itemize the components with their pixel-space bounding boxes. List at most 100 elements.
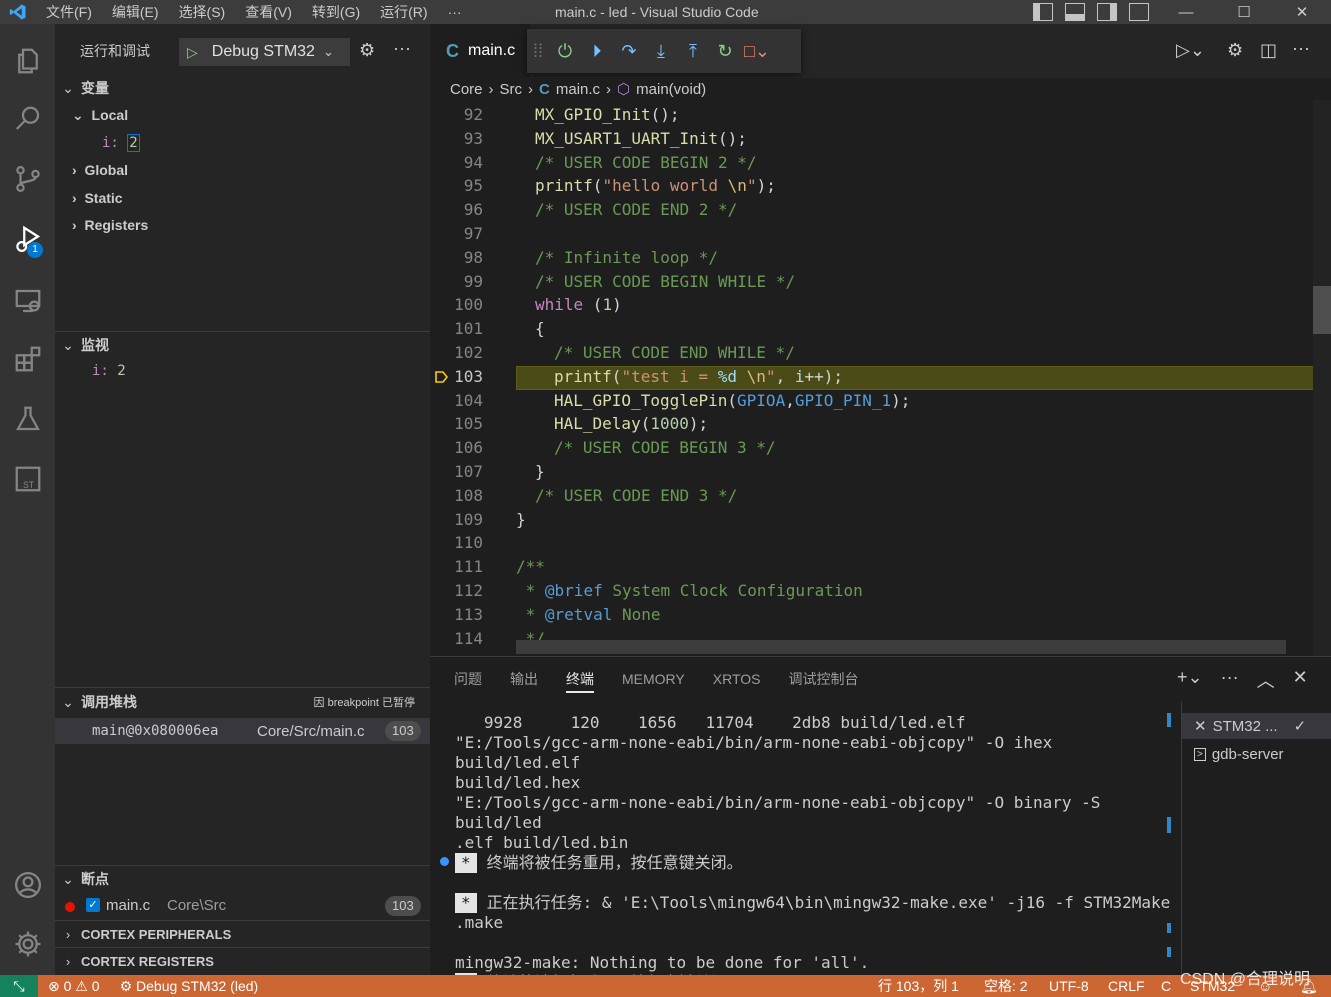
cursor-position[interactable]: 行 103，列 1 [878, 975, 959, 997]
minimize-button[interactable]: — [1157, 0, 1215, 24]
breadcrumb-src[interactable]: Src [500, 81, 523, 98]
line-number[interactable]: 101 [430, 317, 483, 341]
problems-status[interactable]: ⊗ 0 ⚠ 0 [48, 978, 100, 995]
vertical-scroll-thumb[interactable] [1313, 286, 1331, 334]
line-number[interactable]: 98 [430, 246, 483, 270]
menu-edit[interactable]: 编辑(E) [102, 0, 169, 24]
close-window-button[interactable]: ✕ [1273, 0, 1331, 24]
code-line[interactable]: 96 /* USER CODE END 2 */ [430, 198, 1331, 222]
explorer-icon[interactable] [0, 34, 55, 88]
source-control-icon[interactable] [0, 152, 55, 206]
line-ending[interactable]: CRLF [1108, 975, 1145, 997]
step-over-icon[interactable]: ↷ [613, 41, 645, 62]
code-line[interactable]: 102 /* USER CODE END WHILE */ [430, 341, 1331, 365]
stack-frame-main[interactable]: main@0x080006ea Core/Src/main.c 103 [55, 718, 430, 744]
settings-gear-icon[interactable] [0, 917, 55, 971]
line-number[interactable]: 92 [430, 103, 483, 127]
tab-problems[interactable]: 问题 [440, 657, 496, 701]
debug-status[interactable]: ⚙ Debug STM32 (led) [120, 978, 259, 995]
line-number[interactable]: 114 [430, 627, 483, 651]
split-editor-icon[interactable]: ◫ [1260, 40, 1277, 61]
tab-debug-console[interactable]: 调试控制台 [774, 657, 872, 701]
terminal-item-gdb-server[interactable]: > gdb-server [1182, 741, 1331, 767]
code-line[interactable]: 99 /* USER CODE BEGIN WHILE */ [430, 270, 1331, 294]
step-out-icon[interactable]: ⤒ [677, 41, 709, 62]
testing-icon[interactable] [0, 392, 55, 446]
terminal-item-stm32[interactable]: ✕ STM32 ... ✓ [1182, 713, 1331, 739]
extensions-icon[interactable] [0, 332, 55, 386]
line-number[interactable]: 103 [430, 365, 483, 389]
search-icon[interactable] [0, 92, 55, 146]
close-panel-icon[interactable]: ✕ [1293, 667, 1308, 693]
more-actions-icon[interactable]: ··· [393, 38, 411, 59]
breadcrumb-core[interactable]: Core [450, 81, 483, 98]
line-number[interactable]: 105 [430, 412, 483, 436]
toggle-secondary-sidebar-icon[interactable] [1097, 3, 1117, 21]
line-number[interactable]: 97 [430, 222, 483, 246]
code-line[interactable]: 104 HAL_GPIO_TogglePin(GPIOA,GPIO_PIN_1); [430, 389, 1331, 413]
menu-view[interactable]: 查看(V) [235, 0, 302, 24]
scope-local[interactable]: ⌄ Local [72, 104, 128, 126]
remote-indicator-icon[interactable]: ⤡ [0, 975, 38, 997]
panel-more-icon[interactable]: ··· [1221, 667, 1239, 693]
editor-gear-icon[interactable]: ⚙ [1227, 40, 1243, 61]
menu-more[interactable]: ··· [438, 0, 472, 24]
stm32-icon[interactable]: ST [0, 452, 55, 506]
code-line[interactable]: 105 HAL_Delay(1000); [430, 412, 1331, 436]
code-line[interactable]: 98 /* Infinite loop */ [430, 246, 1331, 270]
local-variable-i[interactable]: i: 2 [102, 132, 140, 154]
code-line[interactable]: 112 * @brief System Clock Configuration [430, 579, 1331, 603]
vertical-scrollbar[interactable] [1313, 100, 1331, 656]
line-number[interactable]: 100 [430, 293, 483, 317]
menu-selection[interactable]: 选择(S) [169, 0, 236, 24]
debug-run-icon[interactable]: ⏵ [581, 41, 613, 62]
code-line[interactable]: 107} [430, 460, 1331, 484]
cortex-registers-section-header[interactable]: › CORTEX REGISTERS [55, 950, 430, 972]
watch-section-header[interactable]: ⌄ 监视 [55, 334, 430, 356]
line-number[interactable]: 94 [430, 151, 483, 175]
scope-registers[interactable]: › Registers [72, 214, 148, 236]
code-line[interactable]: 109} [430, 508, 1331, 532]
line-number[interactable]: 95 [430, 174, 483, 198]
menu-file[interactable]: 文件(F) [36, 0, 102, 24]
indentation[interactable]: 空格: 2 [984, 975, 1028, 997]
restart-icon[interactable]: ↻ [709, 41, 741, 62]
drag-handle-icon[interactable]: ⁞⁞ [527, 41, 549, 62]
line-number[interactable]: 96 [430, 198, 483, 222]
code-line[interactable]: 93 MX_USART1_UART_Init(); [430, 127, 1331, 151]
horizontal-scrollbar[interactable] [516, 640, 1286, 654]
code-line[interactable]: 113 * @retval None [430, 603, 1331, 627]
callstack-section-header[interactable]: ⌄ 调用堆栈 因 breakpoint 已暂停 [55, 691, 430, 713]
code-line[interactable]: 101 { [430, 317, 1331, 341]
line-number[interactable]: 111 [430, 555, 483, 579]
debug-continue-icon[interactable]: ⏻ [549, 41, 581, 62]
tab-memory[interactable]: MEMORY [608, 657, 699, 701]
breakpoint-item[interactable]: ✓ main.c Core\Src 103 [55, 894, 430, 918]
toggle-sidebar-icon[interactable] [1033, 3, 1053, 21]
line-number[interactable]: 102 [430, 341, 483, 365]
variables-section-header[interactable]: ⌄ 变量 [55, 77, 430, 99]
scope-global[interactable]: › Global [72, 159, 128, 181]
scope-static[interactable]: › Static [72, 187, 123, 209]
line-number[interactable]: 109 [430, 508, 483, 532]
debug-config-select[interactable]: ▷ Debug STM32 ⌄ [179, 38, 350, 66]
tab-main-c[interactable]: C main.c [430, 24, 530, 78]
tab-xrtos[interactable]: XRTOS [699, 657, 775, 701]
account-icon[interactable] [0, 858, 55, 912]
code-line[interactable]: 95 printf("hello world \n"); [430, 174, 1331, 198]
code-line[interactable]: 108 /* USER CODE END 3 */ [430, 484, 1331, 508]
code-line[interactable]: 110 [430, 531, 1331, 555]
line-number[interactable]: 99 [430, 270, 483, 294]
terminal-output[interactable]: 9928 120 1656 11704 2db8 build/led.elf "E… [455, 713, 1175, 993]
code-line[interactable]: 97 [430, 222, 1331, 246]
cortex-peripherals-section-header[interactable]: › CORTEX PERIPHERALS [55, 923, 430, 945]
tab-terminal[interactable]: 终端 [552, 657, 608, 701]
breadcrumb-symbol[interactable]: main(void) [636, 81, 706, 98]
code-line[interactable]: 103 printf("test i = %d \n", i++); [430, 365, 1331, 389]
code-line[interactable]: 94 /* USER CODE BEGIN 2 */ [430, 151, 1331, 175]
code-line[interactable]: 111 /** [430, 555, 1331, 579]
maximize-panel-icon[interactable]: ︿ [1257, 667, 1275, 693]
menu-go[interactable]: 转到(G) [302, 0, 370, 24]
remote-explorer-icon[interactable] [0, 274, 55, 328]
code-line[interactable]: 106 /* USER CODE BEGIN 3 */ [430, 436, 1331, 460]
